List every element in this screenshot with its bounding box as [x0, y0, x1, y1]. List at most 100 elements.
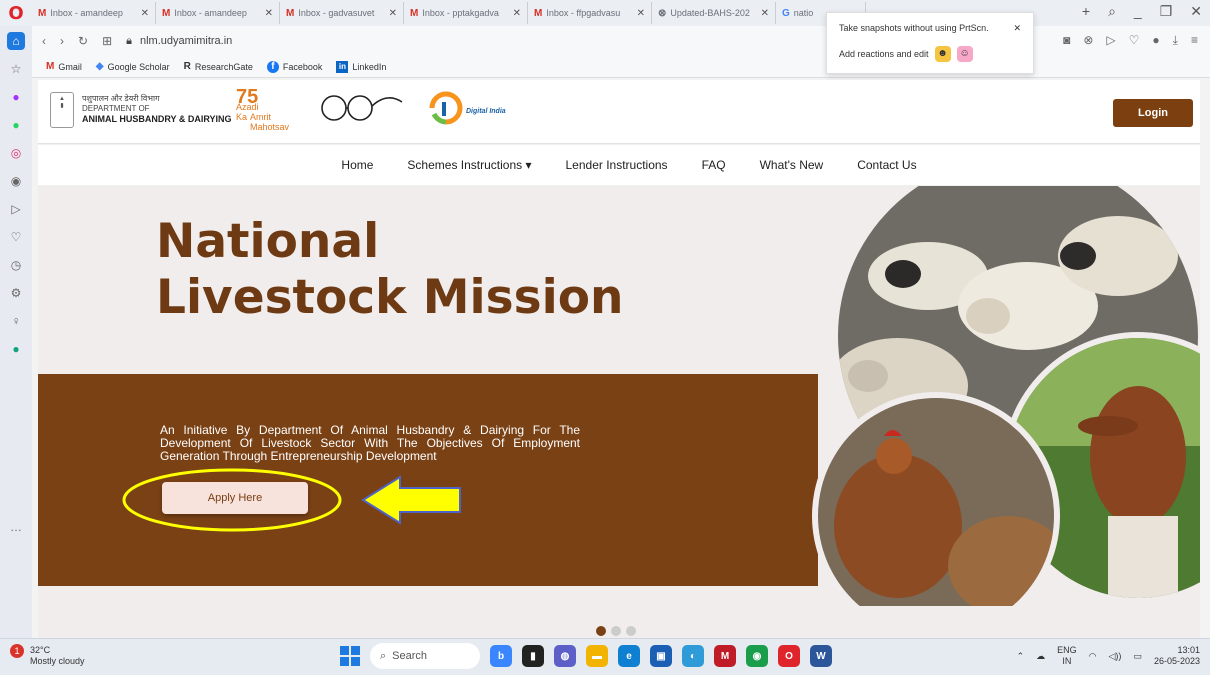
settings-icon[interactable]: ⚙ — [7, 284, 25, 302]
nav-whats-new[interactable]: What's New — [760, 158, 824, 172]
edit-emoji-icon[interactable]: ☺ — [956, 46, 973, 62]
tab-label: Updated-BAHS-202 — [670, 8, 750, 18]
chrome-icon[interactable]: ◉ — [746, 645, 768, 667]
ai-icon[interactable]: ● — [7, 340, 25, 358]
browser-tab[interactable]: M Inbox - amandeep ✕ — [156, 2, 280, 24]
bookmark-google-scholar[interactable]: ◆ Google Scholar — [96, 61, 170, 72]
camera-icon[interactable]: ◙ — [1063, 33, 1070, 48]
tips-icon[interactable]: ♀ — [7, 312, 25, 330]
edge-icon[interactable]: e — [618, 645, 640, 667]
onedrive-icon[interactable]: ☁ — [1036, 651, 1045, 662]
bookmark-gmail[interactable]: M Gmail — [46, 61, 82, 72]
carousel-dot[interactable] — [611, 626, 621, 636]
more-icon[interactable]: … — [7, 518, 25, 536]
heart-icon[interactable]: ♡ — [1129, 33, 1140, 48]
close-icon[interactable]: ✕ — [761, 8, 769, 19]
workspace-icon[interactable]: ⌂ — [7, 32, 25, 50]
seventy-five-icon: 75 — [236, 86, 259, 108]
mcafee-icon[interactable]: M — [714, 645, 736, 667]
apply-here-button[interactable]: Apply Here — [162, 482, 308, 514]
pinboard-icon[interactable]: ♡ — [7, 228, 25, 246]
language-indicator[interactable]: ENG IN — [1057, 645, 1077, 667]
hero-title: National Livestock Mission — [156, 214, 623, 326]
nav-faq[interactable]: FAQ — [702, 158, 726, 172]
bookmark-researchgate[interactable]: R ResearchGate — [184, 61, 253, 72]
nav-schemes-instructions[interactable]: Schemes Instructions ▾ — [407, 158, 531, 172]
widget-app-icon[interactable]: b — [490, 645, 512, 667]
close-icon[interactable]: ✕ — [389, 8, 397, 19]
instagram-icon[interactable]: ◎ — [7, 144, 25, 162]
download-icon[interactable]: ⤓ — [1173, 33, 1178, 48]
play-icon[interactable]: ▷ — [1106, 33, 1115, 48]
easy-setup-icon[interactable]: ≡ — [1191, 33, 1198, 48]
gmail-icon: M — [410, 7, 419, 19]
browser-tab[interactable]: M Inbox - ffpgadvasu ✕ — [528, 2, 652, 24]
messenger-icon[interactable]: ● — [7, 88, 25, 106]
back-icon[interactable]: ‹ — [42, 34, 46, 48]
carousel-dot[interactable] — [596, 626, 606, 636]
popup-action[interactable]: Add reactions and edit — [839, 49, 929, 59]
close-icon[interactable]: ✕ — [1013, 23, 1021, 34]
hero-title-line2: Livestock Mission — [156, 270, 624, 325]
volume-icon[interactable]: ◁)) — [1109, 651, 1122, 662]
clock[interactable]: 13:01 26-05-2023 — [1154, 645, 1200, 667]
whatsapp-icon[interactable]: ● — [7, 116, 25, 134]
dept-hindi: पशुपालन और डेयरी विभाग — [82, 94, 160, 103]
history-icon[interactable]: ◷ — [7, 256, 25, 274]
close-icon[interactable]: ✕ — [141, 8, 149, 19]
profile-icon[interactable]: ● — [1152, 33, 1159, 48]
opera-icon[interactable]: O — [778, 645, 800, 667]
task-view-icon[interactable]: ▮ — [522, 645, 544, 667]
search-label: Search — [392, 650, 428, 662]
close-icon[interactable]: ✕ — [513, 8, 521, 19]
browser-tab[interactable]: M Inbox - gadvasuvet ✕ — [280, 2, 404, 24]
browser-tab[interactable]: M Inbox - pptakgadva ✕ — [404, 2, 528, 24]
teams-icon[interactable]: ◍ — [554, 645, 576, 667]
bookmark-linkedin[interactable]: in LinkedIn — [336, 60, 387, 73]
taskbar-search[interactable]: ⌕ Search — [370, 643, 480, 669]
nav-contact-us[interactable]: Contact Us — [857, 158, 916, 172]
speed-dial-icon[interactable]: ⊞ — [102, 34, 112, 48]
browser-tab[interactable]: ⊗ Updated-BAHS-202 ✕ — [652, 2, 776, 24]
store-icon[interactable]: ▣ — [650, 645, 672, 667]
nav-home[interactable]: Home — [341, 158, 373, 172]
reload-icon[interactable]: ↻ — [78, 34, 88, 48]
url-field[interactable]: 🔒︎ nlm.udyamimitra.in — [126, 35, 232, 48]
forward-icon[interactable]: › — [60, 34, 64, 48]
battery-icon[interactable]: ▭ — [1133, 651, 1142, 662]
nav-lender-instructions[interactable]: Lender Instructions — [566, 158, 668, 172]
emoji-icon[interactable]: ☻ — [934, 46, 951, 62]
shield-icon[interactable]: ⊗ — [1083, 33, 1093, 48]
chevron-up-icon[interactable]: ⌃ — [1017, 651, 1025, 662]
bookmark-facebook[interactable]: f Facebook — [266, 60, 322, 73]
player-icon[interactable]: ▷ — [7, 200, 25, 218]
wifi-icon[interactable]: ◠ — [1089, 651, 1097, 662]
windows-start-icon[interactable] — [340, 646, 360, 666]
new-tab-icon[interactable]: + — [1082, 3, 1090, 20]
file-explorer-icon[interactable]: ▬ — [586, 645, 608, 667]
login-button[interactable]: Login — [1113, 99, 1193, 127]
main-nav: Home Schemes Instructions ▾ Lender Instr… — [38, 145, 1200, 185]
search-icon[interactable]: ⌕ — [1108, 3, 1116, 20]
word-icon[interactable]: W — [810, 645, 832, 667]
opera-logo[interactable]: O — [0, 3, 32, 24]
close-icon[interactable]: ✕ — [265, 8, 273, 19]
music-icon[interactable]: ◉ — [7, 172, 25, 190]
tab-label: Inbox - amandeep — [174, 8, 247, 18]
dept-line1: DEPARTMENT OF — [82, 104, 150, 113]
scholar-icon: ◆ — [95, 61, 104, 72]
close-window-icon[interactable]: ✕ — [1190, 3, 1202, 20]
browser-tab[interactable]: M Inbox - amandeep ✕ — [32, 2, 156, 24]
restore-icon[interactable]: ❐ — [1160, 3, 1173, 20]
star-icon[interactable]: ☆ — [7, 60, 25, 78]
bookmark-label: LinkedIn — [352, 61, 387, 72]
digital-india-logo: Digital India — [426, 88, 506, 132]
tab-label: natio — [793, 8, 814, 18]
paint-icon[interactable]: ◐ — [682, 645, 704, 667]
minimize-icon[interactable]: _ — [1134, 3, 1142, 20]
weather-widget[interactable]: 32°C Mostly cloudy — [30, 645, 85, 667]
carousel-dot[interactable] — [626, 626, 636, 636]
popup-text: Take snapshots without using PrtScn. — [839, 23, 989, 33]
close-icon[interactable]: ✕ — [637, 8, 645, 19]
lock-icon: 🔒︎ — [126, 34, 132, 47]
